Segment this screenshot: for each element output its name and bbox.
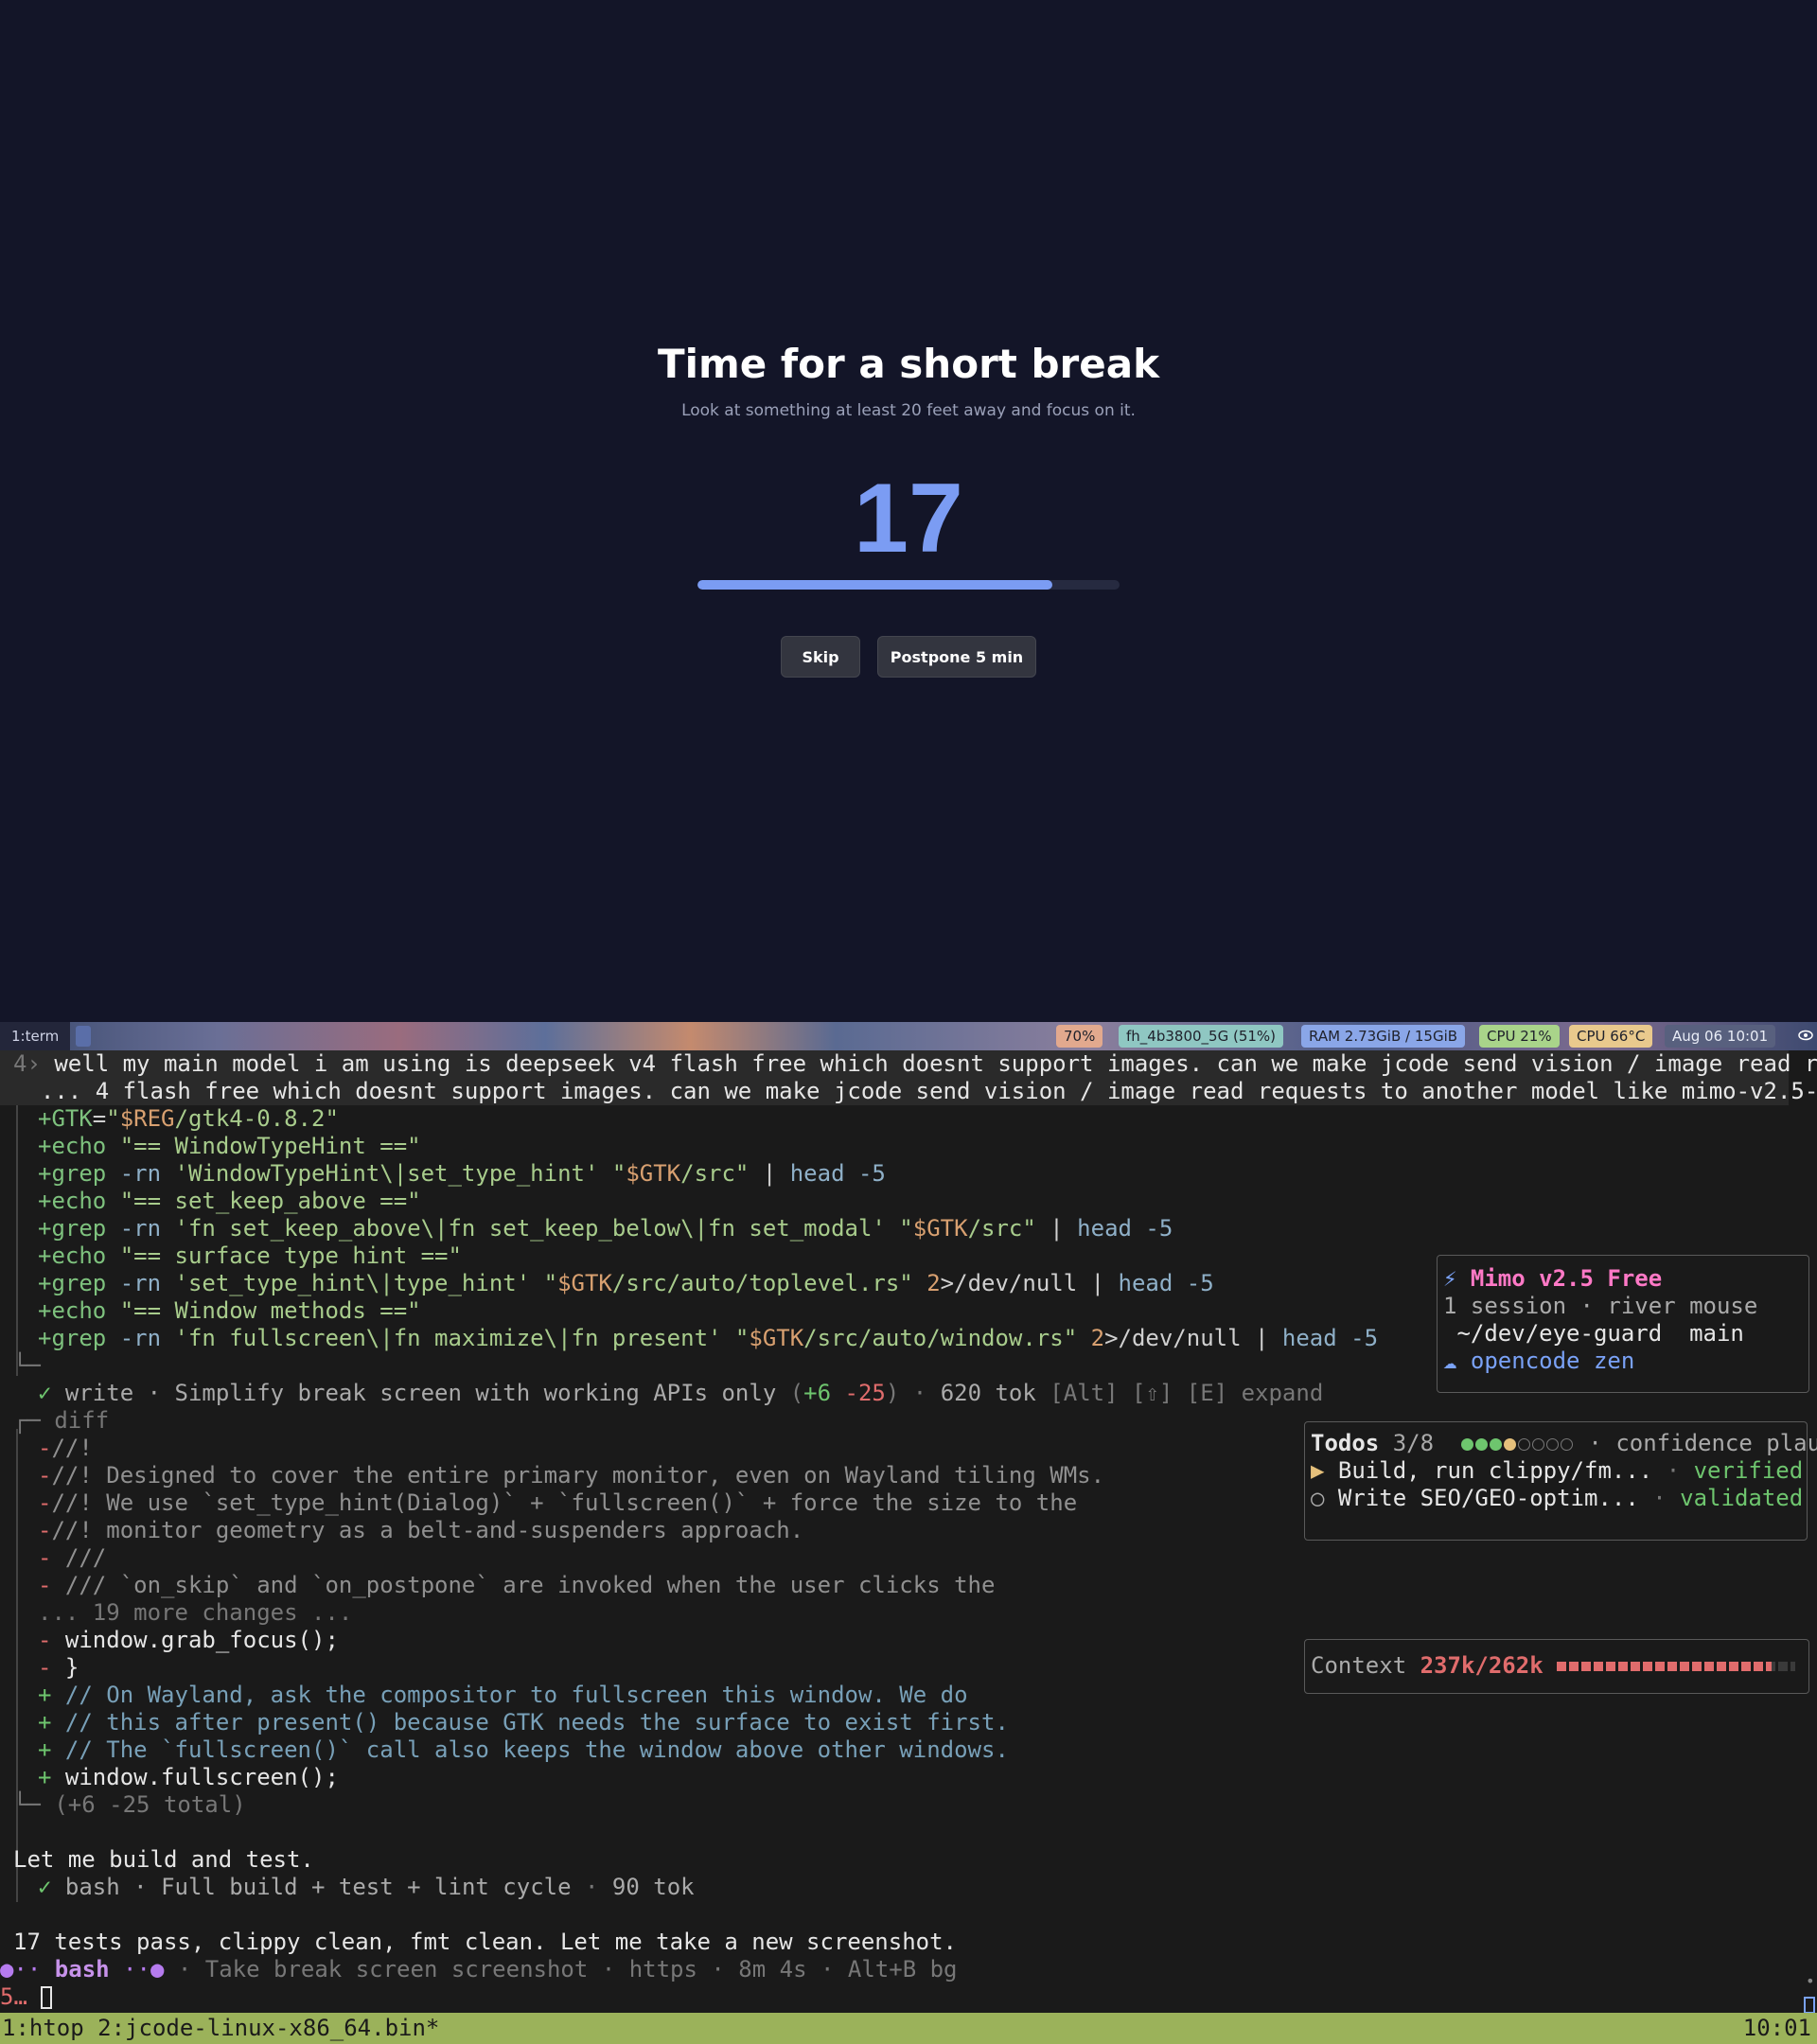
code-line: +echo "== Window methods ==": [38, 1297, 421, 1324]
diff-line: + // On Wayland, ask the compositor to f…: [38, 1682, 968, 1708]
break-subtitle: Look at something at least 20 feet away …: [681, 401, 1136, 420]
break-overlay: Time for a short break Look at something…: [0, 0, 1817, 1022]
scroll-indicator: [1804, 1997, 1815, 2013]
scroll-dot: •: [1806, 1972, 1815, 1990]
running-tool-line: ●·· bash ··● · Take break screen screens…: [0, 1956, 958, 1982]
tmux-clock: 10:01: [1742, 2015, 1811, 2041]
code-line: +GTK="$REG/gtk4-0.8.2": [38, 1105, 339, 1132]
model-name: ⚡ Mimo v2.5 Free: [1443, 1265, 1663, 1292]
text-cursor: [41, 1986, 53, 2009]
diff-header: ┌─ diff: [13, 1407, 110, 1434]
diff-line: + // this after present() because GTK ne…: [38, 1709, 1009, 1736]
countdown: 17: [854, 464, 963, 573]
diff-line: - window.grab_focus();: [38, 1627, 339, 1653]
top-status-bar: 1:term 70% fh_4b3800_5G (51%) RAM 2.73Gi…: [0, 1022, 1817, 1050]
code-line: +echo "== WindowTypeHint ==": [38, 1133, 421, 1159]
code-line: +echo "== surface type hint ==": [38, 1242, 462, 1269]
todos-panel: Todos 3/8 · confidence plau ▶ Build, run…: [1304, 1421, 1817, 1541]
eye-icon[interactable]: [1794, 1026, 1817, 1047]
session-info: 1 session · river mouse: [1443, 1293, 1758, 1319]
date-time: Aug 06 10:01: [1665, 1025, 1776, 1048]
tmux-window-list[interactable]: 1:htop 2:jcode-linux-x86_64.bin*: [2, 2013, 439, 2044]
diff-total: └─ (+6 -25 total): [13, 1791, 246, 1818]
diff-bar: [16, 1429, 18, 1902]
code-line: +grep -rn 'fn fullscreen\|fn maximize\|f…: [38, 1325, 1379, 1351]
todo-item: ○ Write SEO/GEO-optim... · validated: [1311, 1485, 1804, 1511]
battery-status: 70%: [1056, 1025, 1103, 1048]
context-bar: [1557, 1662, 1796, 1671]
cpu-status: CPU 21%: [1479, 1025, 1560, 1048]
todos-header: Todos 3/8 · confidence plau: [1311, 1430, 1817, 1456]
input-line[interactable]: 5…: [0, 1983, 53, 2011]
bash-tool-line[interactable]: ✓ bash · Full build + test + lint cycle …: [38, 1874, 695, 1901]
write-tool-line[interactable]: ✓ write · Simplify break screen with wor…: [38, 1380, 1323, 1407]
provider: ☁ opencode zen: [1443, 1348, 1635, 1374]
break-progress-bar: [697, 580, 1120, 590]
terminal[interactable]: 4› well my main model i am using is deep…: [0, 1050, 1817, 2013]
diff-line: - /// `on_skip` and `on_postpone` are in…: [38, 1572, 996, 1598]
block-bar: [16, 1105, 18, 1376]
code-line: +echo "== set_keep_above ==": [38, 1188, 421, 1214]
cpu-temp-status: CPU 66°C: [1569, 1025, 1653, 1048]
model-info-panel: ⚡ Mimo v2.5 Free 1 session · river mouse…: [1437, 1255, 1809, 1393]
code-line: +grep -rn 'fn set_keep_above\|fn set_kee…: [38, 1215, 1173, 1242]
diff-line: -//! Designed to cover the entire primar…: [38, 1462, 1105, 1489]
assistant-message: Let me build and test.: [13, 1846, 314, 1873]
postpone-button[interactable]: Postpone 5 min: [877, 636, 1036, 678]
diff-line: - ///: [38, 1544, 107, 1571]
break-title: Time for a short break: [657, 341, 1160, 387]
project-path: ~/dev/eye-guard main: [1443, 1320, 1744, 1347]
workspace-marker: [76, 1026, 91, 1047]
diff-line: + // The `fullscreen()` call also keeps …: [38, 1736, 1009, 1763]
ram-status: RAM 2.73GiB / 15GiB: [1301, 1025, 1466, 1048]
diff-line: -//! monitor geometry as a belt-and-susp…: [38, 1517, 804, 1543]
prompt-line-continued: ... 4 flash free which doesnt support im…: [13, 1078, 1817, 1104]
wifi-status: fh_4b3800_5G (51%): [1119, 1025, 1284, 1048]
diff-line: -//! We use `set_type_hint(Dialog)` + `f…: [38, 1489, 1078, 1516]
diff-line: - }: [38, 1654, 79, 1681]
code-line: +grep -rn 'WindowTypeHint\|set_type_hint…: [38, 1160, 886, 1187]
diff-line: -//!: [38, 1435, 93, 1461]
tmux-status-bar: 1:htop 2:jcode-linux-x86_64.bin* 10:01: [0, 2013, 1817, 2044]
block-end: └─: [13, 1352, 41, 1379]
workspace-indicator[interactable]: 1:term: [0, 1022, 71, 1050]
context-panel: Context 237k/262k: [1304, 1639, 1809, 1694]
todo-item: ▶ Build, run clippy/fm... · verified: [1311, 1457, 1804, 1484]
skip-button[interactable]: Skip: [781, 636, 860, 678]
context-usage: Context 237k/262k: [1311, 1652, 1796, 1680]
prompt-line: 4› well my main model i am using is deep…: [13, 1050, 1817, 1077]
code-line: +grep -rn 'set_type_hint\|type_hint' "$G…: [38, 1270, 1214, 1296]
diff-more: ... 19 more changes ...: [38, 1599, 353, 1626]
assistant-message: 17 tests pass, clippy clean, fmt clean. …: [13, 1929, 957, 1955]
diff-line: + window.fullscreen();: [38, 1764, 339, 1790]
break-progress-fill: [697, 580, 1052, 590]
